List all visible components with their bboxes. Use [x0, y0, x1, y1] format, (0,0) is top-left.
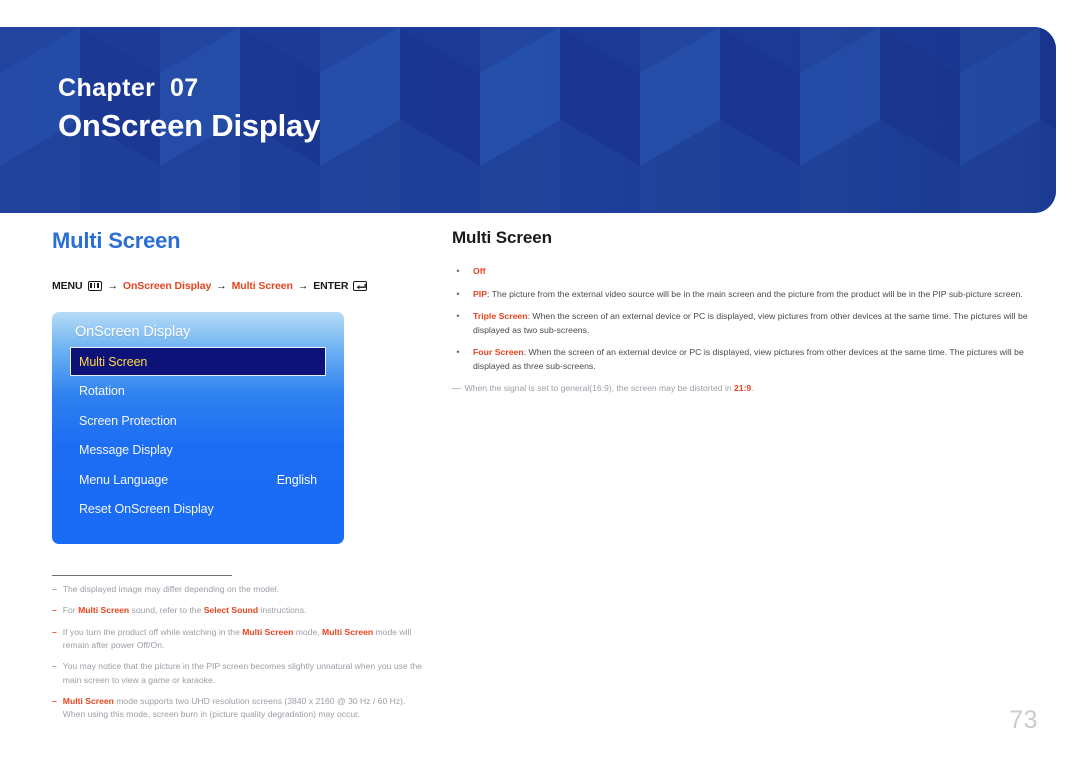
osd-item-screen-protection[interactable]: Screen Protection: [70, 406, 326, 435]
menu-path-breadcrumb: MENU → OnScreen Display → Multi Screen →…: [52, 280, 412, 292]
emphasis-term: Select Sound: [203, 605, 259, 616]
note-dash-marker: —: [452, 382, 461, 393]
footnote-item: – For Multi Screen sound, refer to the Se…: [52, 604, 427, 617]
osd-item-message-display[interactable]: Message Display: [70, 436, 326, 465]
body-text: sound, refer to the: [129, 605, 204, 616]
footnote-text: For Multi Screen sound, refer to the Sel…: [63, 604, 307, 617]
menu-path-step-1: OnScreen Display: [122, 280, 212, 292]
menu-grid-icon: [87, 281, 102, 291]
enter-return-icon: [353, 281, 368, 291]
footnote-dash-marker: –: [52, 584, 57, 594]
footnote-dash-marker: –: [52, 626, 57, 637]
osd-item-label: Rotation: [79, 384, 125, 398]
option-bullet-item: • Four Screen: When the screen of an exte…: [452, 345, 1032, 373]
option-bullet-item: • Triple Screen: When the screen of an ex…: [452, 309, 1032, 337]
osd-item-multi-screen[interactable]: Multi Screen: [70, 347, 326, 376]
body-text: For: [62, 605, 79, 616]
menu-path-menu-label: MENU: [52, 280, 83, 292]
bullet-marker-icon: •: [456, 266, 460, 276]
emphasis-term: Multi Screen: [322, 626, 374, 637]
osd-item-label: Message Display: [79, 443, 173, 457]
footnote-dash-marker: –: [52, 661, 57, 672]
footnote-dash-marker: –: [52, 695, 57, 706]
footnote-item: – If you turn the product off while watch…: [52, 626, 427, 653]
footnote-item: – You may notice that the picture in the …: [52, 660, 427, 687]
osd-panel-title: OnScreen Display: [75, 324, 191, 340]
body-text: mode supports two UHD resolution screens…: [62, 695, 406, 720]
footnote-text: If you turn the product off while watchi…: [63, 626, 427, 653]
menu-path-enter-label: ENTER: [313, 280, 349, 292]
footnote-text: The displayed image may differ depending…: [63, 583, 279, 596]
right-column: Multi Screen • Off • PIP: The picture from …: [452, 228, 1032, 395]
body-text: You may notice that the picture in the P…: [62, 661, 423, 685]
footnote-text: You may notice that the picture in the P…: [63, 660, 427, 687]
body-text: : When the screen of an external device …: [473, 347, 1024, 372]
left-column: Multi Screen MENU → OnScreen Display → M…: [52, 228, 412, 292]
body-text: : The picture from the external video so…: [487, 288, 1023, 299]
emphasis-term: Triple Screen: [473, 311, 528, 322]
bullet-marker-icon: •: [456, 288, 460, 299]
osd-item-label: Reset OnScreen Display: [79, 502, 214, 516]
osd-menu-list: Multi Screen Rotation Screen Protection …: [52, 347, 344, 524]
option-bullet-text: Four Screen: When the screen of an exter…: [473, 345, 1032, 373]
body-text: If you turn the product off while watchi…: [62, 626, 243, 637]
left-section-heading: Multi Screen: [52, 228, 181, 253]
note-text: When the signal is set to general(16:9),…: [465, 382, 754, 395]
osd-item-label: Multi Screen: [79, 354, 148, 369]
menu-path-step-2: Multi Screen: [231, 280, 293, 292]
bullet-marker-icon: •: [456, 311, 460, 322]
option-bullet-list: • Off • PIP: The picture from the external …: [452, 264, 1032, 374]
chapter-kicker: Chapter 07: [58, 74, 199, 102]
footnote-item: – The displayed image may differ dependin…: [52, 583, 427, 596]
body-text: When the signal is set to general(16:9),…: [464, 382, 735, 393]
osd-item-value: English: [276, 472, 317, 487]
emphasis-term: Multi Screen: [62, 695, 114, 706]
emphasis-term: Off: [473, 266, 486, 276]
osd-item-label: Screen Protection: [79, 413, 177, 428]
body-text: instructions.: [258, 605, 307, 616]
menu-path-arrow-2: →: [216, 280, 227, 292]
osd-item-menu-language[interactable]: Menu Language English: [70, 465, 326, 494]
osd-item-rotation[interactable]: Rotation: [70, 377, 326, 406]
osd-menu-panel[interactable]: OnScreen Display Multi Screen Rotation S…: [52, 312, 344, 544]
emphasis-term: PIP: [473, 288, 488, 299]
chapter-text-block: Chapter 07 OnScreen Display: [58, 73, 320, 147]
right-note: — When the signal is set to general(16:9)…: [452, 382, 1032, 395]
emphasis-term: Four Screen: [473, 347, 524, 358]
footnote-text: Multi Screen mode supports two UHD resol…: [63, 695, 427, 722]
chapter-title: OnScreen Display: [58, 108, 321, 144]
emphasis-term: Multi Screen: [242, 626, 294, 637]
option-bullet-item: • PIP: The picture from the external vide…: [452, 287, 1032, 302]
manual-page: Chapter 07 OnScreen Display Multi Screen…: [0, 0, 1080, 763]
footnote-item: – Multi Screen mode supports two UHD reso…: [52, 695, 427, 722]
body-text: : When the screen of an external device …: [473, 311, 1028, 336]
right-section-heading: Multi Screen: [452, 228, 552, 247]
emphasis-term: 21:9: [734, 382, 752, 393]
option-bullet-item: • Off: [452, 264, 1032, 279]
body-text: The displayed image may differ depending…: [62, 584, 280, 594]
osd-item-reset-onscreen-display[interactable]: Reset OnScreen Display: [70, 495, 326, 524]
osd-item-label: Menu Language: [79, 472, 169, 487]
emphasis-term: Multi Screen: [78, 605, 130, 616]
option-bullet-text: PIP: The picture from the external video…: [473, 287, 1032, 302]
bullet-marker-icon: •: [456, 347, 460, 358]
body-text: mode,: [293, 626, 323, 637]
body-text: .: [751, 382, 754, 393]
footnote-divider: [52, 575, 232, 576]
chapter-banner: Chapter 07 OnScreen Display: [0, 27, 1056, 213]
footnote-dash-marker: –: [52, 605, 57, 616]
option-bullet-text: Off: [473, 264, 1032, 279]
option-bullet-text: Triple Screen: When the screen of an ext…: [473, 309, 1032, 337]
menu-path-arrow-1: →: [107, 280, 119, 292]
menu-path-arrow-3: →: [297, 280, 309, 292]
page-number: 73: [1009, 706, 1038, 734]
footnote-list: – The displayed image may differ dependin…: [52, 583, 427, 730]
